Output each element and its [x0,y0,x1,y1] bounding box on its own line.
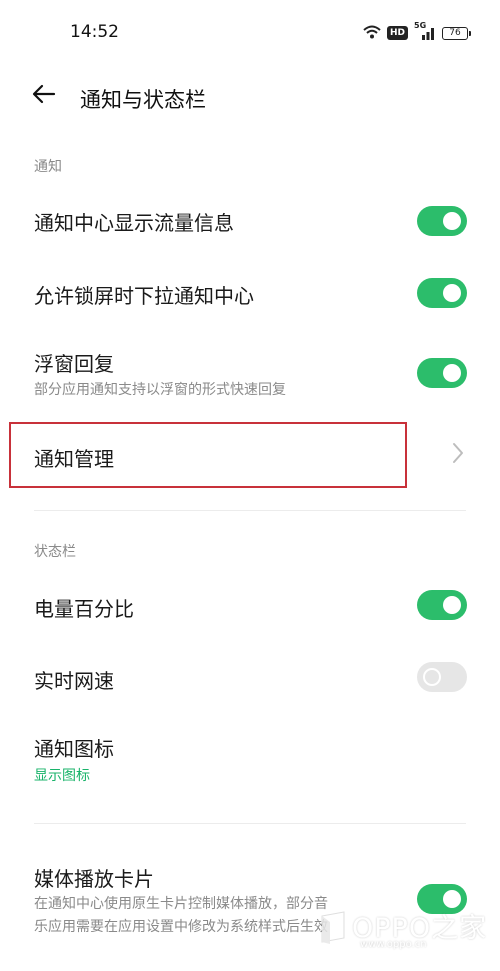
page-title: 通知与状态栏 [80,88,206,112]
toggle-knob [423,668,441,686]
row-title: 实时网速 [34,669,114,693]
watermark-url: www.oppo.cn [360,939,427,950]
oppo-home-watermark: OPPO之家 www.oppo.cn [316,898,496,954]
watermark-logo-icon [318,910,348,948]
toggle-knob [443,596,461,614]
section-divider [34,510,466,511]
row-floating-reply[interactable]: 浮窗回复 部分应用通知支持以浮窗的形式快速回复 [0,330,500,416]
toggle-switch-network-speed[interactable] [417,662,467,692]
row-subtitle-value: 显示图标 [34,768,90,784]
status-bar: 14:52 HD 5G 76 [0,0,500,66]
row-title: 允许锁屏时下拉通知中心 [34,284,254,308]
toggle-switch-traffic-info[interactable] [417,206,467,236]
toggle-switch-floating-reply[interactable] [417,358,467,388]
row-subtitle-line: 乐应用需要在应用设置中修改为系统样式后生效 [34,919,328,935]
section-divider [34,823,466,824]
toggle-switch-lockscreen-pulldown[interactable] [417,278,467,308]
row-title: 通知管理 [34,447,114,471]
toggle-switch-battery-percentage[interactable] [417,590,467,620]
back-button[interactable] [28,80,60,112]
row-lockscreen-pulldown[interactable]: 允许锁屏时下拉通知中心 [0,258,500,328]
row-title: 媒体播放卡片 [34,867,154,891]
battery-level: 76 [449,28,461,38]
status-time: 14:52 [70,22,119,42]
section-label-status-bar: 状态栏 [34,544,76,560]
row-title: 通知图标 [34,737,114,761]
row-title: 浮窗回复 [34,352,114,376]
status-icons: HD 5G 76 [363,21,471,44]
row-title: 电量百分比 [34,597,134,621]
row-battery-percentage[interactable]: 电量百分比 [0,570,500,640]
hd-badge: HD [386,26,408,40]
app-header: 通知与状态栏 [0,66,500,132]
wifi-icon [363,24,381,43]
chevron-right-icon [452,442,464,468]
signal-icon: 5G [414,21,436,41]
row-realtime-network-speed[interactable]: 实时网速 [0,642,500,712]
row-notification-icons[interactable]: 通知图标 显示图标 [0,716,500,800]
section-label-notification: 通知 [34,159,62,175]
toggle-knob [443,364,461,382]
battery-icon: 76 [442,26,471,40]
row-notification-management[interactable]: 通知管理 [0,422,500,488]
row-notification-traffic-info[interactable]: 通知中心显示流量信息 [0,186,500,256]
row-title: 通知中心显示流量信息 [34,211,234,235]
toggle-knob [443,284,461,302]
arrow-left-icon [32,84,56,108]
row-subtitle: 部分应用通知支持以浮窗的形式快速回复 [34,382,286,398]
toggle-knob [443,212,461,230]
row-subtitle-line: 在通知中心使用原生卡片控制媒体播放，部分音 [34,896,328,912]
